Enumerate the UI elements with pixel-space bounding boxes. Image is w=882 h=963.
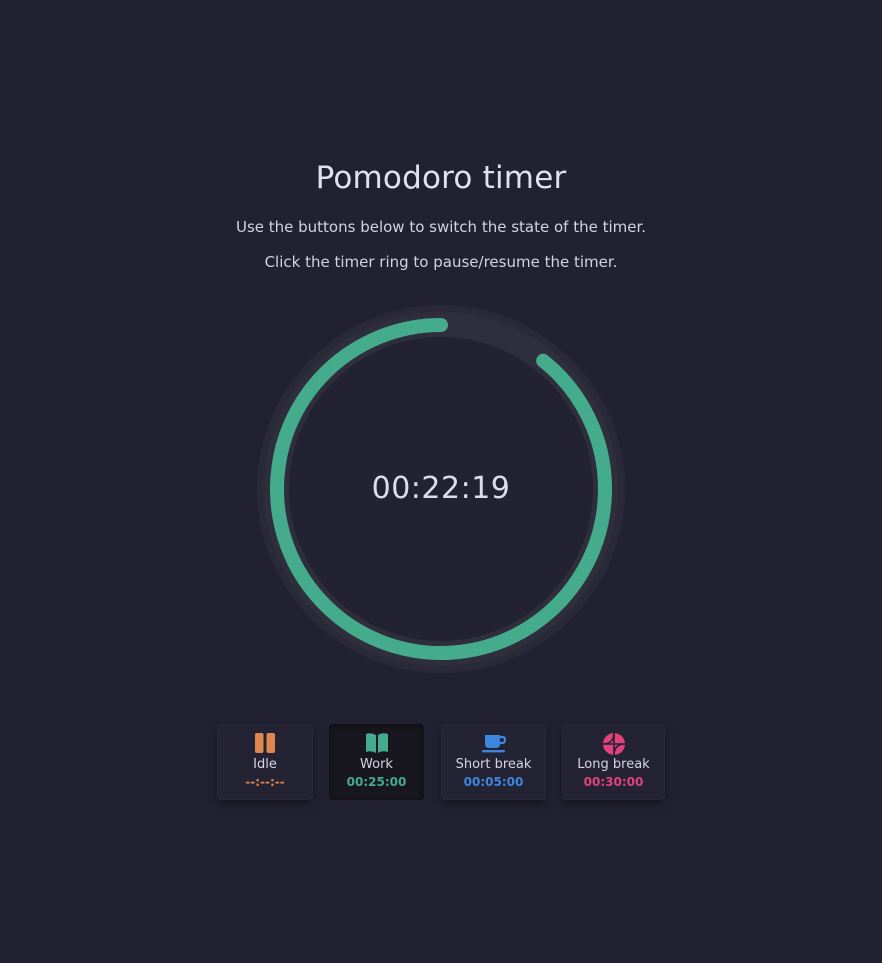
basketball-icon bbox=[562, 732, 665, 756]
page-title: Pomodoro timer bbox=[315, 160, 567, 196]
instruction-switch-state: Use the buttons below to switch the stat… bbox=[235, 218, 647, 236]
pause-icon bbox=[217, 732, 313, 756]
mode-work-label: Work bbox=[360, 757, 393, 772]
mode-work-button[interactable]: Work 00:25:00 bbox=[329, 724, 424, 800]
book-open-icon bbox=[329, 732, 424, 756]
mode-switcher: Idle --:--:-- Work 00:25:00 Short break … bbox=[0, 724, 882, 800]
timer-ring-inner-face bbox=[289, 337, 593, 641]
mode-idle-button[interactable]: Idle --:--:-- bbox=[217, 724, 313, 800]
timer-ring[interactable]: 00:22:19 bbox=[256, 304, 626, 674]
mode-long-break-duration: 00:30:00 bbox=[583, 775, 644, 789]
timer-ring-graphic bbox=[257, 305, 625, 673]
mode-long-break-button[interactable]: Long break 00:30:00 bbox=[562, 724, 665, 800]
mode-short-break-label: Short break bbox=[455, 757, 532, 772]
mode-short-break-button[interactable]: Short break 00:05:00 bbox=[441, 724, 546, 800]
coffee-cup-icon bbox=[441, 732, 546, 756]
mode-idle-duration: --:--:-- bbox=[245, 775, 285, 789]
mode-work-duration: 00:25:00 bbox=[346, 775, 407, 789]
instruction-pause-resume: Click the timer ring to pause/resume the… bbox=[264, 253, 618, 271]
mode-short-break-duration: 00:05:00 bbox=[463, 775, 524, 789]
pomodoro-page: Pomodoro timer Use the buttons below to … bbox=[0, 0, 882, 963]
mode-long-break-label: Long break bbox=[577, 757, 650, 772]
mode-idle-label: Idle bbox=[253, 757, 277, 772]
